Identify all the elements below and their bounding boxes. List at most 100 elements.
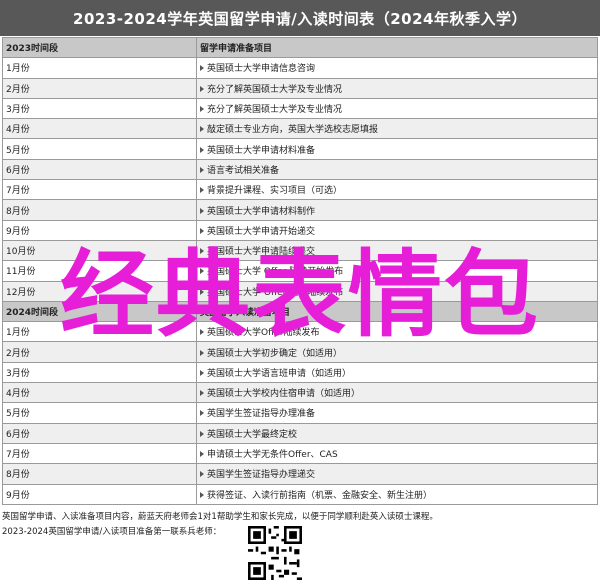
period-cell: 3月份 [2, 361, 197, 384]
item-cell: 英国硕士大学最终定校 [196, 422, 598, 444]
arrow-bullet-icon [200, 451, 204, 458]
cell-text: 英国硕士大学初步确定（如适用） [207, 348, 343, 359]
table-row: 2月份 充分了解英国硕士大学及专业情况 [2, 77, 598, 99]
arrow-bullet-icon [200, 430, 204, 437]
item-cell: 背景提升课程、实习项目（可选） [196, 179, 598, 201]
cell-text: 8月份 [6, 206, 30, 217]
cell-text: 英国硕士大学校内住宿申请（如适用） [207, 389, 361, 400]
item-cell: 英国硕士大学初步确定（如适用） [196, 341, 598, 363]
table-row: 3月份 充分了解英国硕士大学及专业情况 [2, 97, 598, 120]
item-cell: 英国硕士大学申请陆续递交 [196, 239, 598, 262]
item-cell: 英国硕士大学 Offer 陆续开始发布 [196, 260, 598, 282]
period-cell: 5月份 [2, 138, 197, 160]
period-cell: 10月份 [2, 239, 197, 262]
table-row: 6月份 语言考试相关准备 [2, 158, 598, 181]
period-cell: 7月份 [2, 179, 197, 201]
period-cell: 8月份 [2, 199, 197, 221]
arrow-bullet-icon [200, 166, 204, 173]
item-cell: 英国硕士大学 Offer 陆续陆续发布 [196, 280, 598, 302]
table-row: 10月份 英国硕士大学申请陆续递交 [2, 239, 598, 262]
item-cell: 获得签证、入读行前指南（机票、金融安全、新生注册） [196, 483, 598, 505]
item-cell: 英国硕士大学校内住宿申请（如适用） [196, 382, 598, 404]
cell-text: 11月份 [6, 267, 36, 278]
table-row: 9月份 获得签证、入读行前指南（机票、金融安全、新生注册） [2, 483, 598, 505]
cell-text: 9月份 [6, 490, 30, 501]
cell-text: 申请硕士大学无条件Offer、CAS [207, 450, 338, 461]
table-row: 12月份 英国硕士大学 Offer 陆续陆续发布 [2, 280, 598, 302]
header-cell: 英国留学入读准备项目 [196, 300, 598, 323]
qr-code-image [248, 526, 302, 580]
table-row: 2月份 英国硕士大学初步确定（如适用） [2, 341, 598, 363]
arrow-bullet-icon [200, 187, 204, 194]
period-cell: 4月份 [2, 118, 197, 140]
item-cell: 英国硕士大学Offer陆续发布 [196, 321, 598, 343]
cell-text: 英国硕士大学申请开始递交 [207, 226, 316, 237]
item-cell: 充分了解英国硕士大学及专业情况 [196, 77, 598, 99]
period-cell: 9月份 [2, 483, 197, 505]
cell-text: 12月份 [6, 287, 36, 298]
cell-text: 1月份 [6, 64, 30, 75]
arrow-bullet-icon [200, 491, 204, 498]
cell-text: 9月份 [6, 226, 30, 237]
table-row: 1月份 英国硕士大学申请信息咨询 [2, 57, 598, 79]
table-row: 4月份 英国硕士大学校内住宿申请（如适用） [2, 382, 598, 404]
arrow-bullet-icon [200, 85, 204, 92]
period-cell: 7月份 [2, 442, 197, 465]
page-title: 2023-2024学年英国留学申请/入读时间表（2024年秋季入学） [0, 0, 600, 36]
cell-text: 7月份 [6, 450, 30, 461]
table-row: 4月份 敲定硕士专业方向，英国大学选校志愿填报 [2, 118, 598, 140]
table-header-row: 2023时间段 留学申请准备项目 [2, 36, 598, 59]
footer-notes: 英国留学申请、入读准备项目内容，蔚蓝天府老师会1对1帮助学生和家长完成，以便于同… [2, 510, 438, 540]
cell-text: 2023时间段 [6, 44, 59, 55]
period-cell: 3月份 [2, 97, 197, 120]
period-cell: 9月份 [2, 219, 197, 241]
item-cell: 英国硕士大学申请材料准备 [196, 138, 598, 160]
table-header-row: 2024时间段 英国留学入读准备项目 [2, 300, 598, 323]
period-cell: 6月份 [2, 158, 197, 181]
cell-text: 英国留学入读准备项目 [200, 308, 291, 318]
table-row: 8月份 英国学生签证指导办理递交 [2, 463, 598, 485]
cell-text: 留学申请准备项目 [200, 44, 273, 55]
header-cell: 2023时间段 [2, 36, 197, 59]
item-cell: 敲定硕士专业方向，英国大学选校志愿填报 [196, 118, 598, 140]
cell-text: 2月份 [6, 84, 30, 95]
period-cell: 6月份 [2, 422, 197, 444]
schedule-table: 2023时间段 留学申请准备项目 1月份 英国硕士大学申请信息咨询 2月份 充分了解英国硕… [2, 36, 598, 505]
arrow-bullet-icon [200, 349, 204, 356]
cell-text: 4月份 [6, 125, 30, 136]
arrow-bullet-icon [200, 390, 204, 397]
cell-text: 5月份 [6, 409, 30, 420]
header-cell: 2024时间段 [2, 300, 197, 323]
cell-text: 5月份 [6, 145, 30, 156]
arrow-bullet-icon [200, 207, 204, 214]
period-cell: 2月份 [2, 341, 197, 363]
cell-text: 语言考试相关准备 [207, 165, 280, 176]
period-cell: 1月份 [2, 321, 197, 343]
cell-text: 英国硕士大学 Offer 陆续陆续发布 [207, 287, 344, 298]
item-cell: 英国硕士大学申请开始递交 [196, 219, 598, 241]
footer-line-2: 2023-2024英国留学申请/入读项目准备第一联系兵老师： [2, 527, 222, 537]
table-row: 11月份 英国硕士大学 Offer 陆续开始发布 [2, 260, 598, 282]
item-cell: 英国硕士大学语言班申请（如适用） [196, 361, 598, 384]
arrow-bullet-icon [200, 227, 204, 234]
header-cell: 留学申请准备项目 [196, 36, 598, 59]
table-row: 7月份 背景提升课程、实习项目（可选） [2, 179, 598, 201]
arrow-bullet-icon [200, 106, 204, 113]
arrow-bullet-icon [200, 146, 204, 153]
cell-text: 6月份 [6, 165, 30, 176]
cell-text: 6月份 [6, 429, 30, 440]
cell-text: 英国硕士大学Offer陆续发布 [207, 328, 320, 339]
table-row: 5月份 英国学生签证指导办理准备 [2, 402, 598, 424]
arrow-bullet-icon [200, 369, 204, 376]
period-cell: 5月份 [2, 402, 197, 424]
period-cell: 1月份 [2, 57, 197, 79]
item-cell: 英国硕士大学申请材料制作 [196, 199, 598, 221]
cell-text: 英国学生签证指导办理准备 [207, 409, 316, 420]
arrow-bullet-icon [200, 126, 204, 133]
period-cell: 4月份 [2, 382, 197, 404]
table-row: 5月份 英国硕士大学申请材料准备 [2, 138, 598, 160]
cell-text: 7月份 [6, 186, 30, 197]
cell-text: 充分了解英国硕士大学及专业情况 [207, 105, 343, 116]
cell-text: 3月份 [6, 105, 30, 116]
cell-text: 背景提升课程、实习项目（可选） [207, 186, 343, 197]
